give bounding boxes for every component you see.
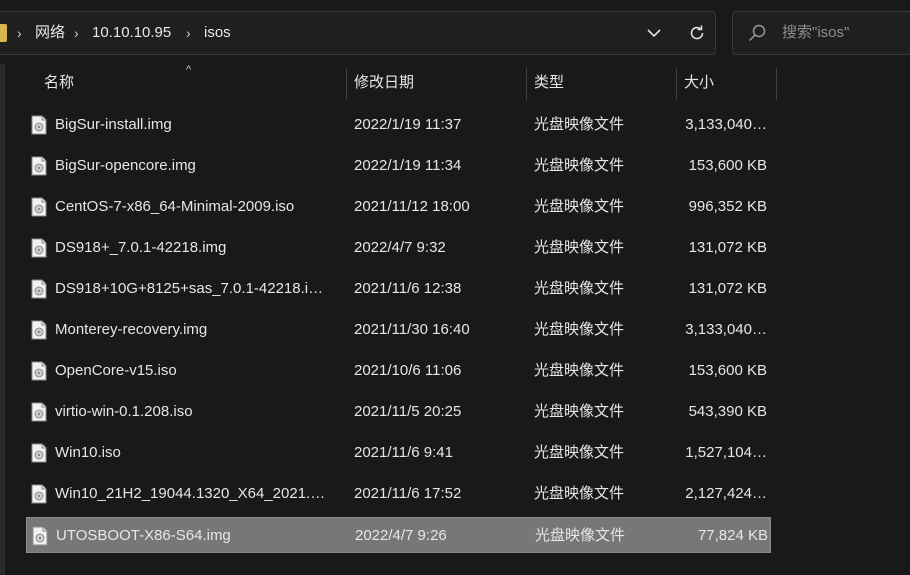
file-size: 77,824 KB [697, 527, 768, 544]
file-name: DS918+10G+8125+sas_7.0.1-42218.i… [55, 280, 324, 297]
file-name: UTOSBOOT-X86-S64.img [56, 527, 231, 544]
file-date: 2022/4/7 9:26 [355, 527, 447, 544]
file-size: 3,133,040… [685, 116, 767, 133]
breadcrumb-host[interactable]: 10.10.10.95 [92, 12, 171, 54]
file-size: 131,072 KB [688, 239, 767, 256]
refresh-icon [690, 25, 704, 40]
chevron-down-icon [647, 29, 661, 38]
disc-image-file-icon [31, 443, 47, 463]
breadcrumb-isos[interactable]: isos [204, 12, 231, 54]
search-input[interactable]: 搜索"isos" [782, 12, 849, 54]
file-type: 光盘映像文件 [534, 280, 625, 297]
chevron-right-icon[interactable]: › [74, 12, 79, 54]
file-type: 光盘映像文件 [534, 198, 625, 215]
file-type: 光盘映像文件 [534, 116, 625, 133]
chevron-right-icon[interactable]: › [17, 12, 22, 54]
address-history-button[interactable] [639, 18, 669, 48]
file-row[interactable]: BigSur-opencore.img 2022/1/19 11:34 光盘映像文件… [26, 148, 771, 184]
file-type: 光盘映像文件 [534, 157, 625, 174]
column-date[interactable]: 修改日期 [354, 64, 414, 102]
file-date: 2021/11/6 12:38 [354, 280, 462, 297]
file-size: 996,352 KB [688, 198, 767, 215]
file-name: Win10_21H2_19044.1320_X64_2021.… [55, 485, 326, 502]
file-size: 153,600 KB [688, 157, 767, 174]
file-size: 131,072 KB [688, 280, 767, 297]
column-header: ^ 名称 修改日期 类型 大小 [0, 64, 910, 102]
file-type: 光盘映像文件 [534, 403, 625, 420]
file-type: 光盘映像文件 [535, 527, 626, 544]
file-type: 光盘映像文件 [534, 321, 625, 338]
file-name: virtio-win-0.1.208.iso [55, 403, 193, 420]
file-name: Win10.iso [55, 444, 121, 461]
disc-image-file-icon [31, 197, 47, 217]
file-name: CentOS-7-x86_64-Minimal-2009.iso [55, 198, 295, 215]
file-row[interactable]: CentOS-7-x86_64-Minimal-2009.iso 2021/11/… [26, 189, 771, 225]
disc-image-file-icon [31, 115, 47, 135]
file-size: 2,127,424… [685, 485, 767, 502]
file-size: 543,390 KB [688, 403, 767, 420]
chevron-right-icon[interactable]: › [186, 12, 191, 54]
column-divider[interactable] [346, 68, 347, 100]
file-name: BigSur-install.img [55, 116, 172, 133]
file-date: 2021/10/6 11:06 [354, 362, 462, 379]
disc-image-file-icon [31, 279, 47, 299]
file-date: 2022/1/19 11:37 [354, 116, 462, 133]
sort-ascending-icon: ^ [186, 64, 192, 76]
column-size[interactable]: 大小 [684, 64, 714, 102]
file-name: DS918+_7.0.1-42218.img [55, 239, 227, 256]
file-row[interactable]: Win10_21H2_19044.1320_X64_2021.… 2021/11/… [26, 476, 771, 512]
disc-image-file-icon [32, 526, 48, 546]
disc-image-file-icon [31, 156, 47, 176]
file-type: 光盘映像文件 [534, 485, 625, 502]
file-date: 2021/11/5 20:25 [354, 403, 462, 420]
file-row[interactable]: virtio-win-0.1.208.iso 2021/11/5 20:25 光盘映… [26, 394, 771, 430]
file-type: 光盘映像文件 [534, 444, 625, 461]
search-box[interactable]: 搜索"isos" [732, 11, 910, 55]
file-date: 2021/11/6 17:52 [354, 485, 462, 502]
file-type: 光盘映像文件 [534, 362, 625, 379]
file-name: Monterey-recovery.img [55, 321, 208, 338]
file-size: 1,527,104… [685, 444, 767, 461]
column-divider[interactable] [526, 68, 527, 100]
disc-image-file-icon [31, 238, 47, 258]
refresh-button[interactable] [682, 18, 712, 48]
file-date: 2022/4/7 9:32 [354, 239, 446, 256]
file-row[interactable]: UTOSBOOT-X86-S64.img 2022/4/7 9:26 光盘映像文件 7… [26, 517, 771, 553]
file-row[interactable]: Win10.iso 2021/11/6 9:41 光盘映像文件 1,527,104… [26, 435, 771, 471]
navigation-pane-edge[interactable] [0, 64, 5, 575]
search-icon [748, 24, 766, 42]
file-date: 2021/11/12 18:00 [354, 198, 470, 215]
file-size: 153,600 KB [688, 362, 767, 379]
file-date: 2022/1/19 11:34 [354, 157, 462, 174]
breadcrumb-network[interactable]: 网络 [35, 12, 65, 54]
file-size: 3,133,040… [685, 321, 767, 338]
folder-icon [0, 24, 7, 42]
disc-image-file-icon [31, 402, 47, 422]
file-name: OpenCore-v15.iso [55, 362, 177, 379]
file-row[interactable]: Monterey-recovery.img 2021/11/30 16:40 光盘映… [26, 312, 771, 348]
navigation-bar: › 网络 › 10.10.10.95 › isos 搜索"isos" [0, 0, 910, 64]
column-divider[interactable] [676, 68, 677, 100]
disc-image-file-icon [31, 484, 47, 504]
file-row[interactable]: BigSur-install.img 2022/1/19 11:37 光盘映像文件 3… [26, 107, 771, 143]
file-date: 2021/11/6 9:41 [354, 444, 453, 461]
file-name: BigSur-opencore.img [55, 157, 196, 174]
disc-image-file-icon [31, 320, 47, 340]
disc-image-file-icon [31, 361, 47, 381]
file-row[interactable]: DS918+_7.0.1-42218.img 2022/4/7 9:32 光盘映像文… [26, 230, 771, 266]
column-type[interactable]: 类型 [534, 64, 564, 102]
file-type: 光盘映像文件 [534, 239, 625, 256]
column-divider[interactable] [776, 68, 777, 100]
file-row[interactable]: DS918+10G+8125+sas_7.0.1-42218.i… 2021/11… [26, 271, 771, 307]
file-date: 2021/11/30 16:40 [354, 321, 470, 338]
column-name[interactable]: 名称 [44, 64, 74, 102]
file-row[interactable]: OpenCore-v15.iso 2021/10/6 11:06 光盘映像文件 153… [26, 353, 771, 389]
address-bar[interactable]: › 网络 › 10.10.10.95 › isos [0, 11, 716, 55]
